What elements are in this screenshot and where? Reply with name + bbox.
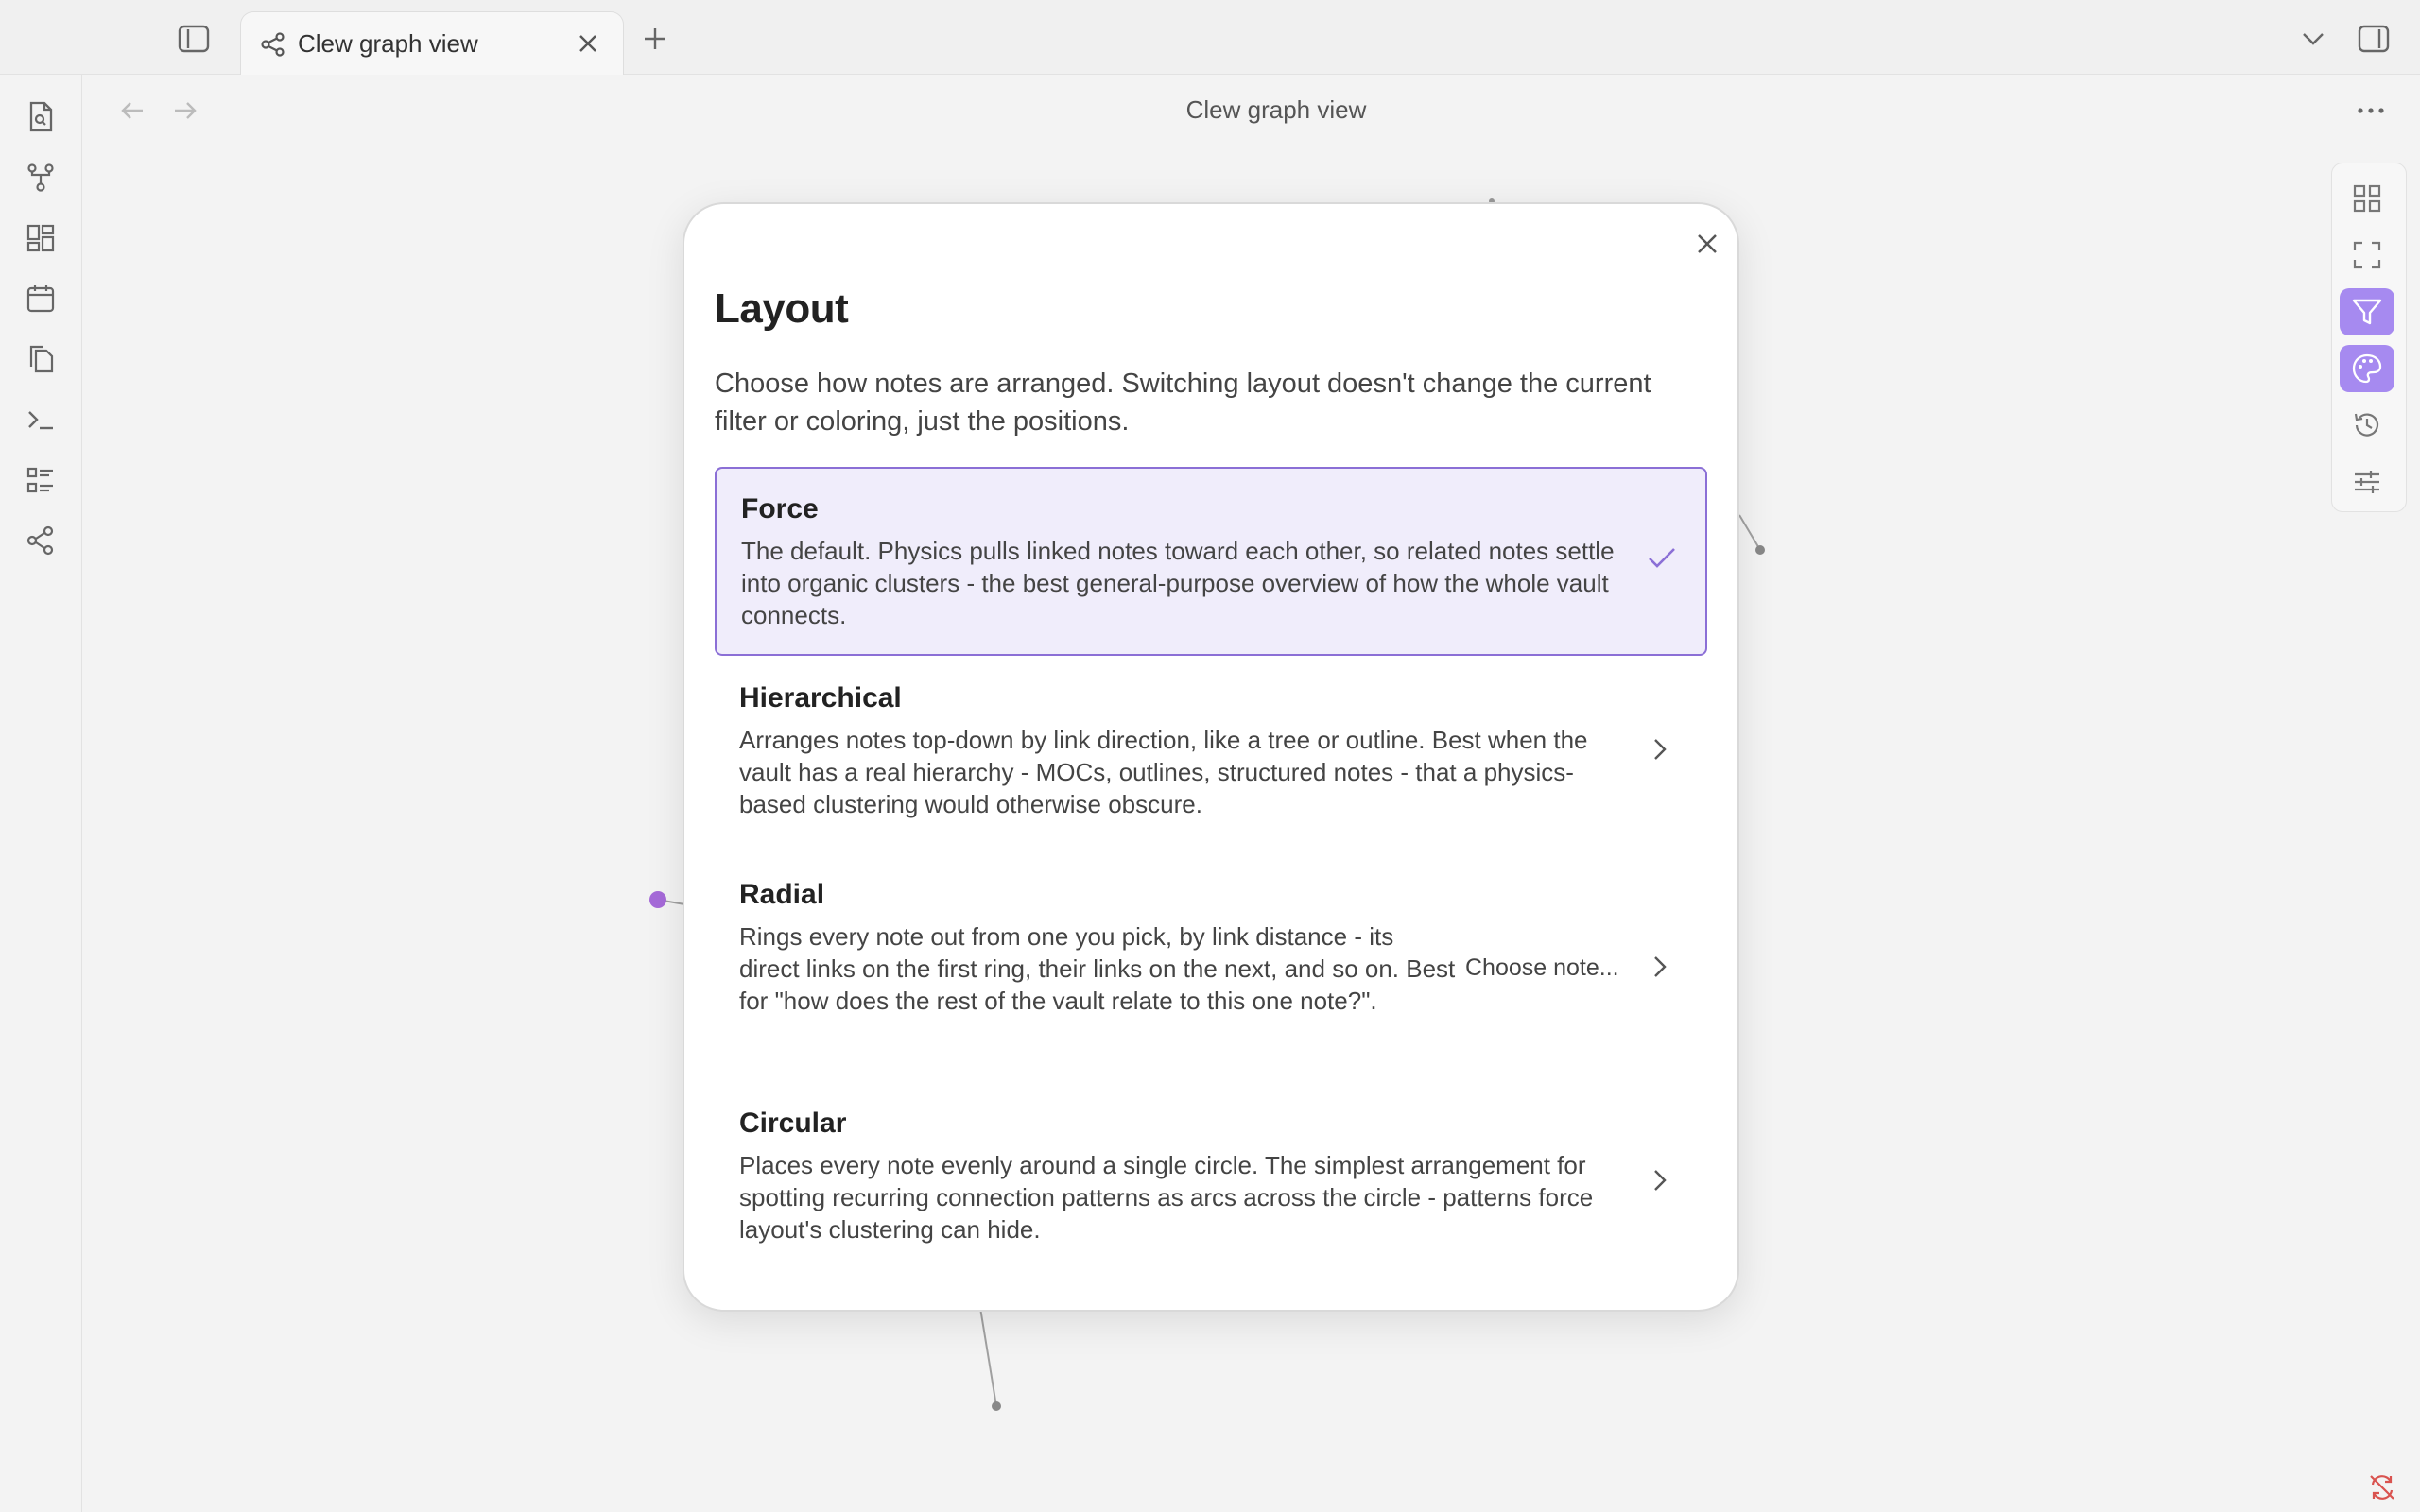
new-tab-icon[interactable] [639, 23, 671, 55]
layout-option-hierarchical[interactable]: Hierarchical Arranges notes top-down by … [715, 665, 1703, 849]
graph-toolbar [2331, 163, 2407, 512]
option-title: Circular [739, 1108, 847, 1139]
graph-node [1755, 545, 1765, 555]
layout-modal: Layout Choose how notes are arranged. Sw… [683, 202, 1739, 1312]
left-ribbon [0, 75, 82, 1512]
calendar-icon[interactable] [21, 279, 60, 318]
option-description: Arranges notes top-down by link directio… [739, 726, 1588, 818]
tab-bar: Clew graph view [0, 0, 2420, 75]
layout-option-radial[interactable]: Radial Rings every note out from one you… [715, 862, 1703, 1075]
graph-icon [260, 31, 286, 58]
tab-graph-view[interactable]: Clew graph view [240, 11, 624, 75]
option-title: Force [741, 493, 819, 524]
view-title: Clew graph view [1185, 95, 1367, 124]
graph-node [992, 1401, 1001, 1411]
chevron-right-icon [1651, 1166, 1669, 1194]
option-title: Hierarchical [739, 682, 902, 713]
chevron-down-icon[interactable] [2297, 23, 2329, 55]
layout-option-force[interactable]: Force The default. Physics pulls linked … [715, 467, 1707, 656]
checkmark-icon [1647, 544, 1677, 571]
option-description: Places every note evenly around a single… [739, 1151, 1594, 1244]
grid-icon[interactable] [2340, 175, 2394, 222]
option-description: The default. Physics pulls linked notes … [741, 537, 1615, 629]
modal-title: Layout [715, 285, 849, 332]
dashboard-icon[interactable] [21, 218, 60, 258]
layout-option-circular[interactable]: Circular Places every note evenly around… [715, 1091, 1703, 1276]
right-sidebar-toggle-icon[interactable] [2354, 21, 2394, 57]
list-icon[interactable] [21, 460, 60, 500]
option-description: Rings every note out from one you pick, … [739, 922, 1456, 1015]
close-tab-icon[interactable] [576, 31, 600, 56]
tab-title: Clew graph view [298, 29, 478, 58]
graph-edge [1738, 514, 1761, 551]
sidebar-toggle-icon[interactable] [174, 21, 214, 57]
option-title: Radial [739, 879, 825, 910]
filter-icon[interactable] [2340, 288, 2394, 335]
sync-off-icon[interactable] [2363, 1470, 2401, 1504]
chevron-right-icon [1651, 735, 1669, 764]
close-icon[interactable] [1688, 225, 1726, 263]
more-options-icon[interactable] [2354, 94, 2388, 127]
files-icon[interactable] [21, 339, 60, 379]
history-icon[interactable] [2340, 402, 2394, 449]
graph-node-highlighted [649, 891, 666, 908]
chevron-right-icon [1651, 953, 1669, 981]
graph-edge [979, 1307, 997, 1407]
palette-icon[interactable] [2340, 345, 2394, 392]
git-fork-icon[interactable] [21, 158, 60, 198]
share-graph-icon[interactable] [21, 521, 60, 560]
modal-description: Choose how notes are arranged. Switching… [715, 369, 1651, 437]
sliders-icon[interactable] [2340, 458, 2394, 506]
terminal-icon[interactable] [21, 400, 60, 439]
fullscreen-icon[interactable] [2340, 232, 2394, 279]
choose-note-button[interactable]: Choose note... [1465, 954, 1619, 982]
